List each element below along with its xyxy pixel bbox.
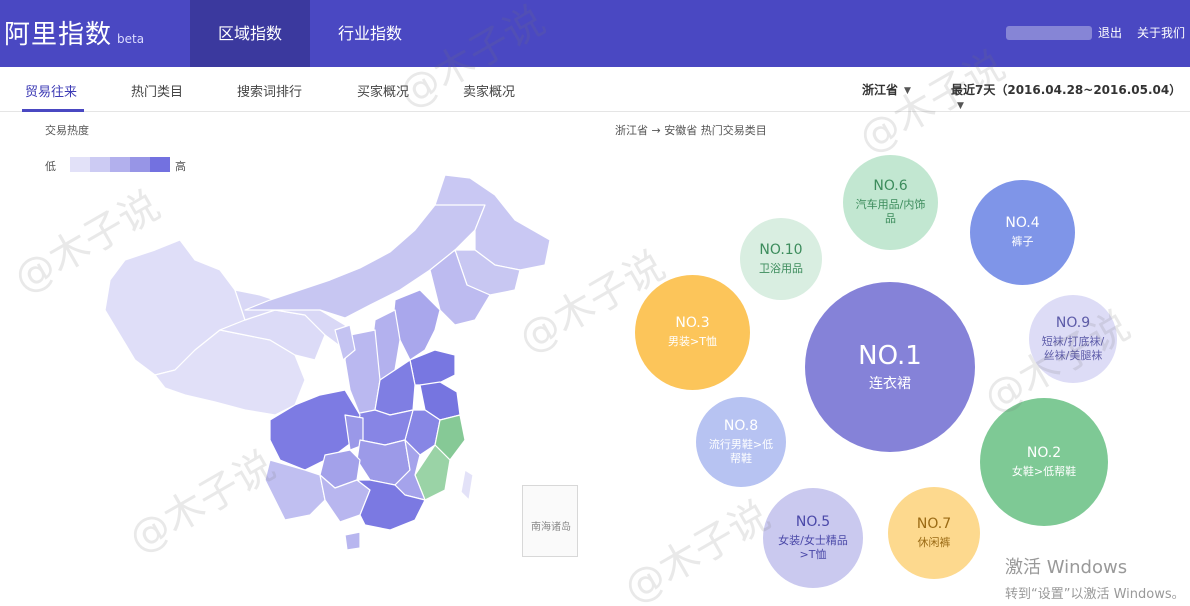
south-china-sea-inset: 南海诸岛 (522, 485, 578, 557)
bubble-rank: NO.10 (759, 241, 803, 258)
watermark: @木子说 (616, 492, 778, 606)
activate-windows-notice: 激活 Windows 转到“设置”以激活 Windows。 (1005, 553, 1185, 602)
subnav-hot-categories[interactable]: 热门类目 (131, 81, 183, 100)
province-select[interactable]: 浙江省 ▼ (862, 81, 911, 98)
activate-windows-title: 激活 Windows (1005, 557, 1128, 578)
map-region-yunnan[interactable] (264, 459, 326, 521)
legend-low-label: 低 (45, 160, 56, 173)
category-bubble-3[interactable]: NO.3 男装>T恤 (635, 275, 750, 390)
bubble-category: 连衣裙 (869, 376, 911, 392)
top-header: 阿里指数 beta 区域指数 行业指数 退出 关于我们 (0, 0, 1190, 67)
category-bubble-1[interactable]: NO.1 连衣裙 (805, 282, 975, 452)
bubble-category: 卫浴用品 (759, 261, 803, 275)
bubble-category: 女鞋>低帮鞋 (1011, 464, 1077, 478)
chevron-down-icon: ▼ (904, 86, 911, 96)
province-value: 浙江省 (862, 83, 899, 97)
bubble-category: 流行男鞋>低帮鞋 (708, 437, 774, 465)
legend-swatch-1 (70, 157, 90, 172)
subnav-seller-overview[interactable]: 卖家概况 (463, 81, 515, 100)
bubble-category: 短袜/打底袜/丝袜/美腿袜 (1041, 334, 1105, 362)
category-bubble-5[interactable]: NO.5 女装/女士精品>T恤 (763, 488, 863, 588)
south-china-sea-label: 南海诸岛 (531, 522, 571, 533)
date-range-select[interactable]: 最近7天（2016.04.28~2016.05.04） ▼ (951, 81, 1190, 112)
bubble-rank: NO.7 (916, 515, 952, 532)
user-name (1006, 26, 1092, 40)
bubble-category: 男装>T恤 (668, 335, 717, 349)
brand-beta-tag: beta (117, 32, 145, 46)
category-bubble-8[interactable]: NO.8 流行男鞋>低帮鞋 (696, 397, 786, 487)
subnav-buyer-overview[interactable]: 买家概况 (357, 81, 409, 100)
tab-region-index[interactable]: 区域指数 (190, 0, 310, 67)
bubble-category: 休闲裤 (917, 535, 951, 549)
category-bubble-10[interactable]: NO.10 卫浴用品 (740, 218, 822, 300)
china-heat-map[interactable] (95, 170, 565, 555)
bubble-rank: NO.1 (858, 340, 922, 371)
category-panel-title: 浙江省 → 安徽省 热门交易类目 (615, 124, 767, 137)
category-bubble-4[interactable]: NO.4 裤子 (970, 180, 1075, 285)
category-bubble-9[interactable]: NO.9 短袜/打底袜/丝袜/美腿袜 (1029, 295, 1117, 383)
bubble-rank: NO.9 (1055, 314, 1091, 331)
bubble-category: 汽车用品/内饰品 (855, 198, 926, 226)
bubble-rank: NO.8 (723, 417, 759, 434)
bubble-rank: NO.2 (1026, 444, 1062, 461)
logout-link[interactable]: 退出 (1098, 24, 1122, 41)
category-bubble-7[interactable]: NO.7 休闲裤 (888, 487, 980, 579)
bubble-rank: NO.6 (873, 178, 908, 195)
about-link[interactable]: 关于我们 (1137, 24, 1185, 41)
tab-industry-index[interactable]: 行业指数 (310, 0, 430, 67)
brand-logo[interactable]: 阿里指数 (4, 14, 112, 51)
map-region-beijing-hebei[interactable] (392, 289, 441, 361)
activate-windows-hint: 转到“设置”以激活 Windows。 (1005, 587, 1185, 602)
map-region-taiwan[interactable] (460, 469, 474, 501)
bubble-category: 女装/女士精品>T恤 (778, 533, 848, 561)
chevron-down-icon: ▼ (957, 101, 964, 111)
bubble-rank: NO.3 (675, 315, 710, 332)
heat-title: 交易热度 (45, 124, 89, 137)
sub-navigation: 贸易往来 热门类目 搜索词排行 买家概况 卖家概况 浙江省 ▼ 最近7天（2016… (0, 67, 1190, 112)
map-region-hainan[interactable] (344, 531, 361, 551)
subnav-search-ranking[interactable]: 搜索词排行 (237, 81, 302, 100)
category-bubble-2[interactable]: NO.2 女鞋>低帮鞋 (980, 398, 1108, 526)
subnav-trade[interactable]: 贸易往来 (25, 81, 77, 100)
bubble-category: 裤子 (1011, 235, 1034, 249)
bubble-rank: NO.4 (1005, 215, 1040, 232)
category-bubble-6[interactable]: NO.6 汽车用品/内饰品 (843, 155, 938, 250)
bubble-rank: NO.5 (795, 513, 831, 530)
date-range-value: 最近7天（2016.04.28~2016.05.04） (951, 83, 1182, 97)
active-tab-underline (22, 109, 84, 112)
